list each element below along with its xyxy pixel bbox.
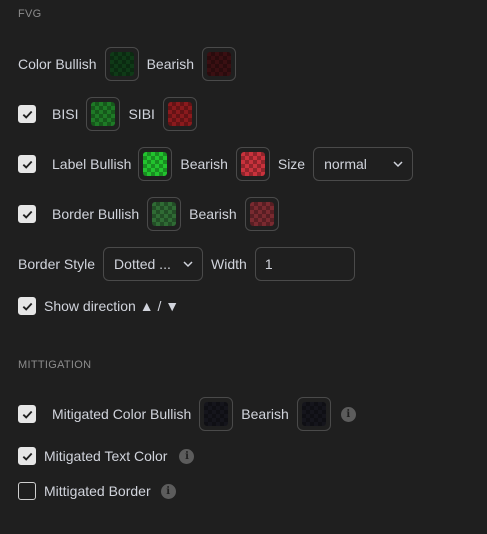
color-row: Color Bullish Bearish [18,47,237,81]
size-label: Size [277,156,306,172]
check-icon [22,410,32,419]
info-icon[interactable]: i [160,483,176,499]
border-bullish-swatch[interactable] [147,197,182,231]
bisi-swatch[interactable] [86,97,121,131]
mitigated-color-checkbox[interactable] [18,405,36,423]
border-style-label: Border Style [18,256,96,272]
chevron-down-icon [393,161,403,168]
mitigated-bullish-chip [204,402,229,426]
label-bullish-swatch[interactable] [138,147,173,181]
border-bearish-label: Bearish [189,206,237,222]
info-icon[interactable]: i [340,406,356,422]
section-title-mitigation: MITTIGATION [18,359,92,371]
width-label: Width [211,256,247,272]
border-checkbox[interactable] [18,205,36,223]
color-bullish-chip [109,52,134,76]
mitigated-border-label: Mittigated Border [44,483,151,499]
mitigated-text-row: Mitigated Text Color i [18,439,195,473]
mitigated-bullish-swatch[interactable] [199,397,234,431]
check-icon [22,452,32,461]
check-icon [22,302,32,311]
width-input[interactable]: 1 [254,247,355,281]
direction-label: Show direction ▲ / ▼ [44,298,180,314]
info-icon[interactable]: i [179,448,195,464]
mitigated-border-row: Mittigated Border i [18,474,176,508]
sibi-swatch[interactable] [162,97,197,131]
chevron-down-icon [183,261,193,268]
mitigated-text-checkbox[interactable] [18,447,36,465]
size-select[interactable]: normal [313,147,414,181]
color-bearish-label: Bearish [146,56,195,72]
color-bearish-chip [207,52,232,76]
color-bearish-swatch[interactable] [202,47,237,81]
check-icon [22,160,32,169]
label-checkbox[interactable] [18,155,36,173]
sibi-chip [167,102,192,126]
label-bearish-chip [240,152,265,176]
color-bullish-swatch[interactable] [104,47,139,81]
mitigated-bearish-swatch[interactable] [296,397,331,431]
border-style-select[interactable]: Dotted ... [103,247,204,281]
section-title-fvg: FVG [18,8,42,20]
mitigated-bearish-chip [301,402,326,426]
border-style-value: Dotted ... [114,256,171,272]
bisi-label: BISI [52,106,79,122]
mitigated-bearish-label: Bearish [241,406,289,422]
check-icon [22,110,32,119]
label-bullish-label: Label Bullish [52,156,132,172]
direction-checkbox[interactable] [18,297,36,315]
width-value: 1 [264,256,273,272]
direction-row: Show direction ▲ / ▼ [18,289,179,323]
bisi-checkbox[interactable] [18,105,36,123]
label-bearish-label: Bearish [180,156,228,172]
border-bullish-chip [152,202,177,226]
border-bearish-swatch[interactable] [244,197,279,231]
mitigated-color-row: Mitigated Color Bullish Bearish i [18,397,356,431]
label-bullish-chip [143,152,168,176]
color-bullish-label: Color Bullish [18,56,97,72]
border-row: Border Bullish Bearish [18,197,279,231]
border-bullish-label: Border Bullish [52,206,140,222]
label-row: Label Bullish Bearish Size normal [18,147,414,181]
label-bearish-swatch[interactable] [235,147,270,181]
check-icon [22,210,32,219]
bisi-chip [91,102,116,126]
border-bearish-chip [249,202,274,226]
mitigated-text-label: Mitigated Text Color [44,448,168,464]
bisi-row: BISI SIBI [18,97,197,131]
mitigated-color-bullish-label: Mitigated Color Bullish [52,406,192,422]
mitigated-border-checkbox[interactable] [18,482,36,500]
size-value: normal [324,156,367,172]
sibi-label: SIBI [128,106,155,122]
border-style-row: Border Style Dotted ... Width 1 [18,247,355,281]
